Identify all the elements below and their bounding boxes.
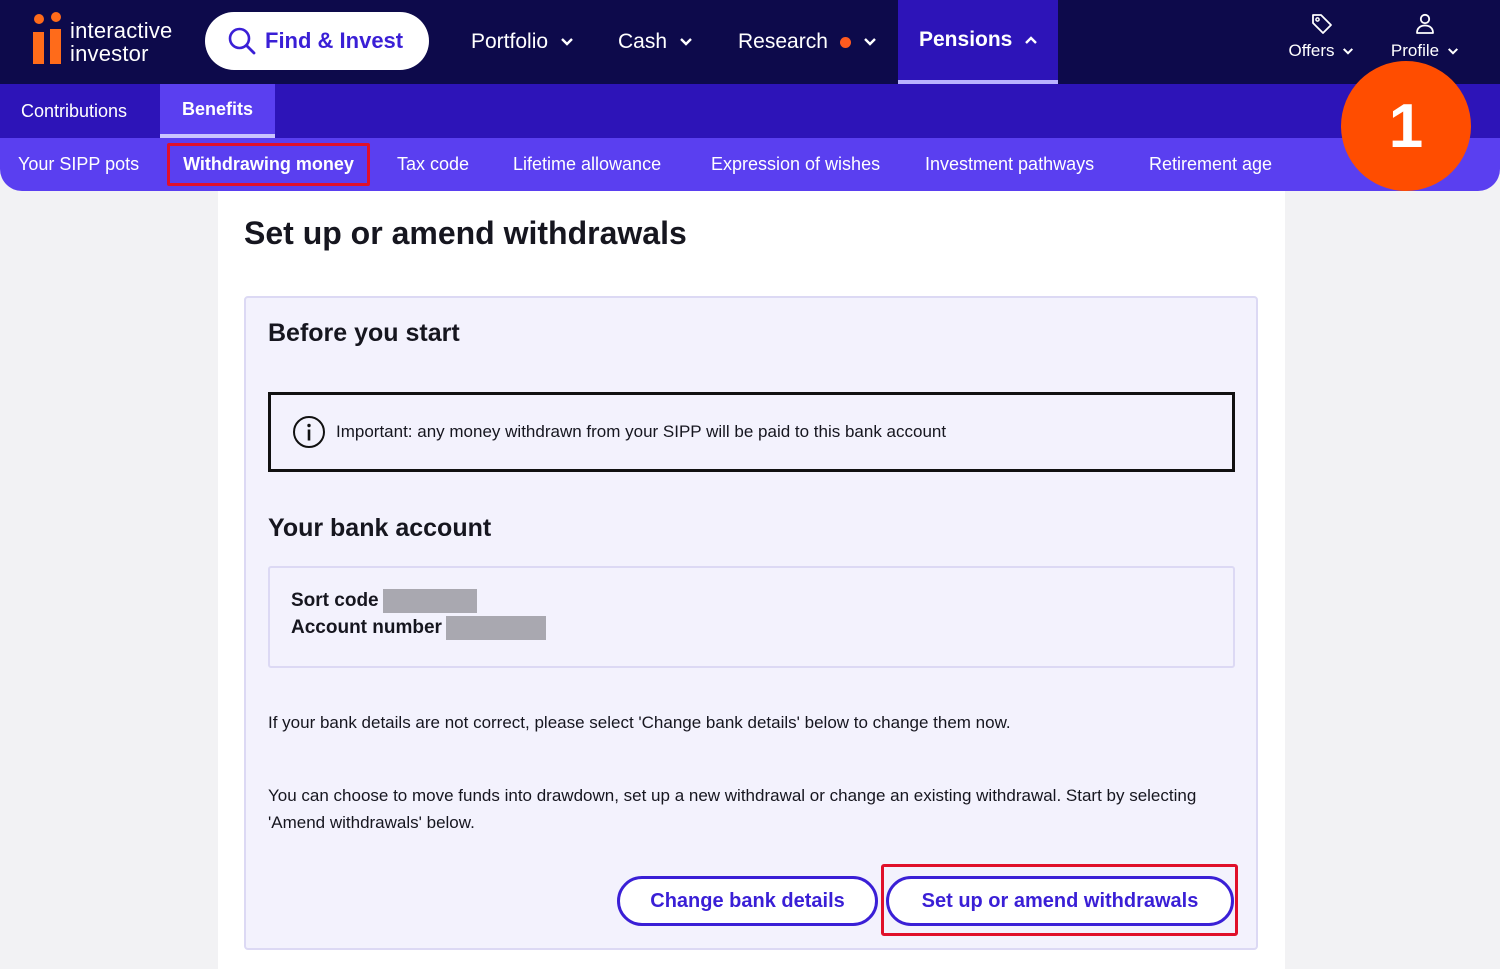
chevron-down-icon (1343, 47, 1354, 55)
change-bank-details-label: Change bank details (650, 889, 845, 912)
pensions-subnav: Contributions Benefits (0, 84, 1500, 138)
bank-account-heading: Your bank account (268, 514, 492, 542)
bank-details-hint: If your bank details are not correct, pl… (268, 713, 1011, 732)
notification-dot (839, 36, 851, 48)
sort-code-redacted (382, 589, 477, 613)
account-number-redacted (445, 616, 546, 640)
tab-lifetime-allowance[interactable]: Lifetime allowance (513, 138, 661, 191)
tab-label: Withdrawing money (183, 154, 354, 174)
nav-cash[interactable]: Cash (618, 0, 693, 84)
important-notice: Important: any money withdrawn from your… (268, 392, 1235, 472)
brand-wordmark: interactive investor (70, 19, 172, 65)
account-number-label: Account number (291, 617, 442, 638)
find-invest-label: Find & Invest (265, 28, 404, 53)
nav-research-label: Research (738, 30, 828, 53)
tab-contributions-label: Contributions (21, 100, 128, 121)
brand-logo[interactable]: interactive investor (30, 12, 190, 68)
tab-label: Tax code (397, 154, 470, 174)
chevron-down-icon (1448, 47, 1459, 55)
brand-line-1: interactive (70, 18, 173, 43)
main-content: Set up or amend withdrawals Before you s… (218, 191, 1285, 969)
profile-label: Profile (1390, 41, 1440, 60)
before-you-start-heading: Before you start (268, 319, 460, 347)
tab-your-sipp-pots[interactable]: Your SIPP pots (18, 138, 139, 191)
tab-contributions[interactable]: Contributions (21, 84, 127, 138)
tab-investment-pathways[interactable]: Investment pathways (925, 138, 1094, 191)
top-navigation: interactive investor Find & Invest Portf… (0, 0, 1500, 84)
logo-mark-icon (33, 12, 61, 64)
bank-details-box: Sort code Account number (268, 566, 1235, 668)
nav-pensions-label: Pensions (919, 28, 1013, 51)
notice-text: Important: any money withdrawn from your… (336, 422, 947, 441)
benefits-subnav: Your SIPP pots Withdrawing money Tax cod… (0, 138, 1500, 191)
tab-benefits-label: Benefits (181, 98, 253, 119)
tab-withdrawing-money[interactable]: Withdrawing money (167, 143, 370, 186)
user-icon (1416, 13, 1434, 34)
nav-research[interactable]: Research (738, 0, 877, 84)
nav-pensions[interactable]: Pensions (898, 0, 1058, 84)
chevron-down-icon (864, 38, 876, 46)
nav-portfolio-label: Portfolio (471, 30, 549, 53)
tab-retirement-age[interactable]: Retirement age (1149, 138, 1272, 191)
info-icon (293, 416, 325, 448)
tab-label: Retirement age (1149, 154, 1273, 174)
withdrawals-card: Before you start Important: any money wi… (244, 296, 1258, 950)
search-icon (228, 27, 256, 55)
brand-line-2: investor (70, 41, 149, 66)
find-invest-button[interactable]: Find & Invest (205, 12, 429, 70)
page-title: Set up or amend withdrawals (244, 215, 687, 251)
offers-menu[interactable]: Offers (1284, 10, 1359, 70)
nav-cash-label: Cash (618, 30, 668, 53)
account-number-row: Account number (291, 616, 546, 640)
tag-icon (1311, 14, 1332, 34)
nav-portfolio[interactable]: Portfolio (471, 0, 574, 84)
sort-code-label: Sort code (291, 590, 379, 611)
change-bank-details-button[interactable]: Change bank details (617, 876, 878, 926)
tab-label: Expression of wishes (711, 154, 881, 174)
tab-tax-code[interactable]: Tax code (397, 138, 469, 191)
chevron-down-icon (680, 38, 692, 46)
sort-code-row: Sort code (291, 589, 477, 613)
tab-expression-of-wishes[interactable]: Expression of wishes (711, 138, 880, 191)
tab-label: Your SIPP pots (18, 154, 140, 174)
set-up-amend-withdrawals-label: Set up or amend withdrawals (921, 889, 1199, 912)
tab-label: Investment pathways (925, 154, 1095, 174)
withdrawal-instructions: You can choose to move funds into drawdo… (268, 786, 1197, 832)
chevron-down-icon (561, 38, 573, 46)
tab-label: Lifetime allowance (513, 154, 662, 174)
set-up-amend-withdrawals-button[interactable]: Set up or amend withdrawals (886, 876, 1234, 926)
step-number-badge: 1 (1341, 61, 1471, 191)
tab-benefits[interactable]: Benefits (160, 84, 275, 138)
chevron-up-icon (1025, 36, 1038, 44)
offers-label: Offers (1288, 41, 1335, 60)
